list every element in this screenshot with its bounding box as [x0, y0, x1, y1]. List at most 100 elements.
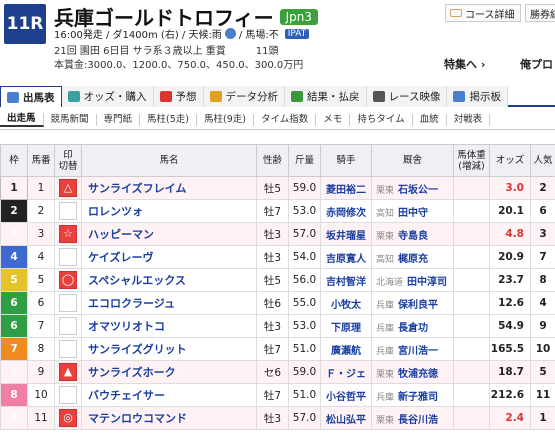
col-pop[interactable]: 人気 [530, 144, 555, 177]
main-tab[interactable]: 掲示板 [447, 86, 508, 107]
col-kinryo: 斤量 [288, 144, 321, 177]
horse-name[interactable]: バウチェイサー [81, 383, 257, 407]
sub-tab[interactable]: 持ちタイム [350, 113, 413, 126]
sub-tab[interactable]: 血統 [413, 113, 447, 126]
entry-row[interactable]: 6 6 エコロクラージュ 牡6 55.0 小牧太 兵庫 保利良平 12.6 4 [0, 291, 555, 315]
odds-cell[interactable]: 20.1 [489, 199, 531, 223]
col-mark[interactable]: 印切替 [54, 144, 82, 177]
horse-name[interactable]: サンライズグリット [81, 337, 257, 361]
odds-cell[interactable]: 18.7 [489, 360, 531, 384]
trainer-name[interactable]: 牧浦充徳 [398, 369, 438, 380]
entry-row[interactable]: 3 3 ☆ ハッピーマン 牡3 57.0 坂井瑠星 栗東 寺島良 4.8 3 [0, 222, 555, 246]
mark-selector[interactable]: △ [59, 179, 77, 197]
horse-name[interactable]: ケイズレーヴ [81, 245, 257, 269]
trainer-name[interactable]: 田中淳司 [407, 277, 447, 288]
entry-row[interactable]: 8 11 ◎ マテンロウコマンド 牡3 57.0 松山弘平 栗東 長谷川浩 2.4 1 [0, 406, 555, 430]
odds-cell[interactable]: 212.6 [489, 383, 531, 407]
main-tab[interactable]: 結果・払戻 [285, 86, 367, 107]
ore-pro-link[interactable]: 俺プロ [520, 56, 553, 72]
mark-selector[interactable]: ▲ [59, 363, 77, 381]
waku-cell: 1 [0, 176, 28, 200]
sub-tab[interactable]: 対戦表 [447, 113, 491, 126]
odds-cell[interactable]: 23.7 [489, 268, 531, 292]
horse-name[interactable]: マテンロウコマンド [81, 406, 257, 430]
tab-icon [372, 91, 385, 102]
sub-tab[interactable]: 専門紙 [97, 113, 141, 126]
entry-row[interactable]: 7 9 ▲ サンライズホーク セ6 59.0 Ｆ・ジェ 栗東 牧浦充徳 18.7 5 [0, 360, 555, 384]
trainer-name[interactable]: 保利良平 [398, 300, 438, 311]
trainer-cell: 高知 梶原充 [371, 245, 454, 269]
jockey-name[interactable]: 菱田裕二 [320, 176, 372, 200]
horse-name[interactable]: ハッピーマン [81, 222, 257, 246]
trainer-name[interactable]: 新子雅司 [398, 392, 438, 403]
entry-row[interactable]: 2 2 ロレンツォ 牡7 53.0 赤岡修次 高知 田中守 20.1 6 [0, 199, 555, 223]
trainer-name[interactable]: 長谷川浩 [398, 415, 438, 426]
sub-tab[interactable]: 競馬新聞 [44, 113, 97, 126]
odds-cell[interactable]: 3.0 [489, 176, 531, 200]
mark-selector[interactable] [59, 340, 77, 358]
main-tab[interactable]: 予想 [153, 86, 204, 107]
col-odds[interactable]: オッズ [489, 144, 531, 177]
jockey-name[interactable]: 廣瀬航 [320, 337, 372, 361]
mark-selector[interactable]: ◎ [59, 409, 77, 427]
ipat-badge[interactable]: IPAT [284, 28, 310, 39]
entry-row[interactable]: 5 5 ◯ スペシャルエックス 牡5 56.0 吉村智洋 北海道 田中淳司 23.7 8 [0, 268, 555, 292]
odds-cell[interactable]: 4.8 [489, 222, 531, 246]
mark-selector[interactable]: ☆ [59, 225, 77, 243]
trainer-name[interactable]: 宮川浩一 [398, 346, 438, 357]
horse-name[interactable]: オマツリオトコ [81, 314, 257, 338]
race-meeting-info: 21回 園田 6日目 サラ系３歳以上 重賞 11頭 [54, 46, 279, 57]
entry-row[interactable]: 4 4 ケイズレーヴ 牡3 54.0 吉原寛人 高知 梶原充 20.9 7 [0, 245, 555, 269]
jockey-name[interactable]: 赤岡修次 [320, 199, 372, 223]
jockey-name[interactable]: 松山弘平 [320, 406, 372, 430]
mark-selector[interactable]: ◯ [59, 271, 77, 289]
trainer-name[interactable]: 田中守 [398, 208, 428, 219]
jockey-name[interactable]: Ｆ・ジェ [320, 360, 372, 384]
result-button[interactable]: 勝券結 [525, 4, 555, 22]
mark-selector[interactable] [59, 317, 77, 335]
sub-tab[interactable]: 馬柱(9走) [197, 113, 254, 126]
entry-row[interactable]: 6 7 オマツリオトコ 牡3 53.0 下原理 兵庫 長倉功 54.9 9 [0, 314, 555, 338]
odds-cell[interactable]: 12.6 [489, 291, 531, 315]
jockey-name[interactable]: 小牧太 [320, 291, 372, 315]
trainer-name[interactable]: 梶原充 [398, 254, 428, 265]
course-detail-button[interactable]: コース詳細 [445, 4, 521, 22]
entry-row[interactable]: 8 10 バウチェイサー 牡7 51.0 小谷哲平 兵庫 新子雅司 212.6 11 [0, 383, 555, 407]
horse-name[interactable]: スペシャルエックス [81, 268, 257, 292]
jockey-name[interactable]: 小谷哲平 [320, 383, 372, 407]
sub-tab[interactable]: 出走馬 [0, 112, 44, 127]
entry-row[interactable]: 1 1 △ サンライズフレイム 牡5 59.0 菱田裕二 栗東 石坂公一 3.0 2 [0, 176, 555, 200]
col-weight: 馬体重(増減) [453, 144, 490, 177]
mark-selector[interactable] [59, 248, 77, 266]
jockey-name[interactable]: 吉原寛人 [320, 245, 372, 269]
trainer-name[interactable]: 長倉功 [398, 323, 428, 334]
horse-name[interactable]: サンライズホーク [81, 360, 257, 384]
jockey-name[interactable]: 坂井瑠星 [320, 222, 372, 246]
horse-name[interactable]: サンライズフレイム [81, 176, 257, 200]
trainer-name[interactable]: 石坂公一 [398, 185, 438, 196]
sub-tab[interactable]: タイム指数 [254, 113, 317, 126]
odds-cell[interactable]: 54.9 [489, 314, 531, 338]
sub-tab[interactable]: メモ [316, 113, 351, 126]
mark-toggle[interactable]: 切替 [58, 161, 77, 172]
popularity-cell: 1 [530, 406, 555, 430]
horse-name[interactable]: ロレンツォ [81, 199, 257, 223]
main-tab[interactable]: 出馬表 [0, 86, 62, 107]
mark-selector[interactable] [59, 202, 77, 220]
odds-cell[interactable]: 20.9 [489, 245, 531, 269]
horse-name[interactable]: エコロクラージュ [81, 291, 257, 315]
odds-cell[interactable]: 165.5 [489, 337, 531, 361]
odds-cell[interactable]: 2.4 [489, 406, 531, 430]
mark-selector[interactable] [59, 294, 77, 312]
trainer-name[interactable]: 寺島良 [398, 231, 428, 242]
mark-selector[interactable] [59, 386, 77, 404]
jockey-name[interactable]: 下原理 [320, 314, 372, 338]
main-tab[interactable]: レース映像 [366, 86, 448, 107]
main-tab[interactable]: オッズ・購入 [61, 86, 154, 107]
sub-tab[interactable]: 馬柱(5走) [140, 113, 198, 126]
entry-row[interactable]: 7 8 サンライズグリット 牡7 51.0 廣瀬航 兵庫 宮川浩一 165.5 10 [0, 337, 555, 361]
special-link[interactable]: 特集へ › [444, 56, 485, 72]
umaban-cell: 7 [27, 314, 55, 338]
jockey-name[interactable]: 吉村智洋 [320, 268, 372, 292]
main-tab[interactable]: データ分析 [203, 86, 285, 107]
